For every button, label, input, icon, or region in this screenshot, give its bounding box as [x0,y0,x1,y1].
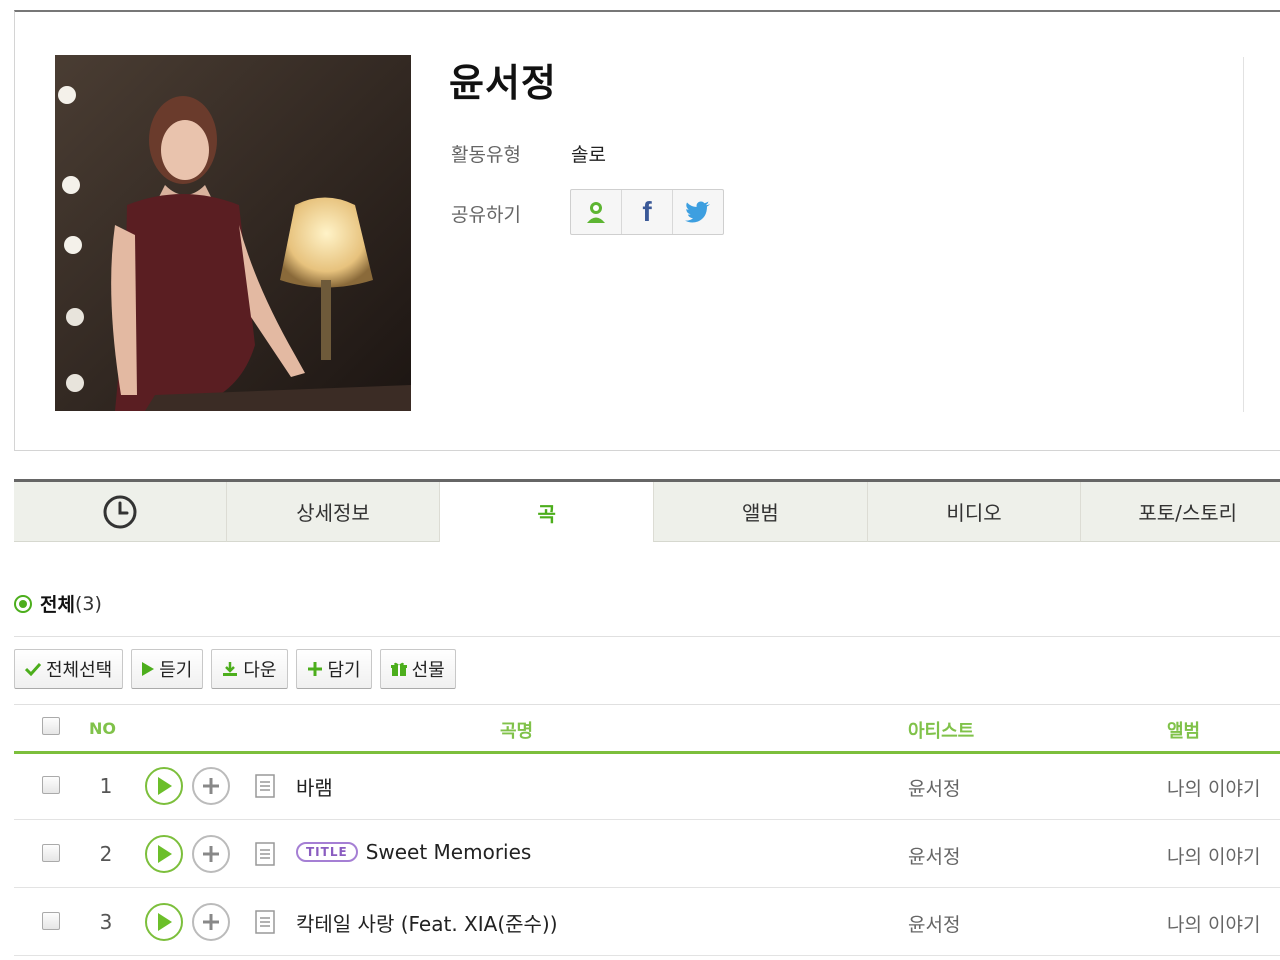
radio-selected-icon [14,594,32,613]
column-no: NO [89,719,116,738]
add-button[interactable] [192,835,230,873]
lyrics-icon[interactable] [255,910,275,934]
divider [14,636,1280,637]
table-row: 2 TITLE Sweet Memories 윤서정 나의 이야기 [14,820,1280,888]
share-melon-friend-button[interactable] [571,190,622,234]
album-link[interactable]: 나의 이야기 [1167,842,1260,869]
album-link[interactable]: 나의 이야기 [1167,910,1260,937]
clock-icon [103,495,137,528]
tab-videos[interactable]: 비디오 [866,482,1081,542]
song-title[interactable]: 칵테일 사랑 (Feat. XIA(준수)) [296,908,558,937]
plus-icon [307,662,322,676]
download-button[interactable]: 다운 [211,649,288,689]
play-icon [142,662,155,676]
filter-all-radio[interactable]: 전체 (3) [14,590,102,617]
row-checkbox[interactable] [42,844,60,862]
tab-detail-info[interactable]: 상세정보 [225,482,440,542]
song-title[interactable]: TITLE Sweet Memories [296,840,531,864]
song-table-header: NO 곡명 아티스트 앨범 [14,704,1280,754]
gift-label: 선물 [411,660,445,681]
twitter-icon [685,201,710,223]
share-buttons: f [570,189,724,235]
activity-type-value: 솔로 [571,144,606,166]
gift-icon [390,662,407,676]
play-button[interactable] [145,835,183,873]
share-label: 공유하기 [451,204,521,226]
artist-link[interactable]: 윤서정 [908,910,960,937]
row-checkbox[interactable] [42,776,60,794]
add-button[interactable] [192,767,230,805]
table-row: 1 바램 윤서정 나의 이야기 [14,752,1280,820]
artist-info-panel: 윤서정 활동유형 솔로 공유하기 f [14,10,1280,451]
filter-count: (3) [74,592,102,615]
play-icon [158,913,172,931]
artist-tab-bar: 상세정보 곡 앨범 비디오 포토/스토리 [14,479,1280,542]
play-button[interactable] [145,767,183,805]
select-all-button[interactable]: 전체선택 [14,649,124,689]
row-checkbox[interactable] [42,912,60,930]
listen-button[interactable]: 듣기 [131,649,204,689]
lyrics-icon[interactable] [255,774,275,798]
column-song: 곡명 [500,721,534,742]
panel-divider [1243,57,1244,412]
row-number: 1 [99,774,113,798]
add-to-playlist-button[interactable]: 담기 [295,649,372,689]
tab-photo-story[interactable]: 포토/스토리 [1080,482,1280,542]
play-icon [158,845,172,863]
select-all-checkbox[interactable] [42,717,60,735]
download-icon [223,662,238,676]
play-icon [158,777,172,795]
play-button[interactable] [145,903,183,941]
artist-photo [55,55,411,411]
melon-friend-icon [587,202,605,223]
song-title-text: 칵테일 사랑 (Feat. XIA(준수)) [296,912,558,936]
column-artist: 아티스트 [908,721,975,742]
row-number: 3 [99,910,113,934]
share-facebook-button[interactable]: f [622,190,673,234]
album-link[interactable]: 나의 이야기 [1167,774,1260,801]
filter-label: 전체 [40,594,75,616]
download-label: 다운 [243,660,277,681]
song-toolbar: 전체선택 듣기 다운 담기 선물 [14,649,456,689]
lyrics-icon[interactable] [255,842,275,866]
song-title[interactable]: 바램 [296,772,333,801]
listen-label: 듣기 [159,660,193,681]
share-twitter-button[interactable] [673,190,723,234]
plus-icon [203,846,219,862]
artist-name: 윤서정 [449,61,557,105]
row-number: 2 [99,842,113,866]
song-title-text: 바램 [296,776,333,800]
tab-songs[interactable]: 곡 [439,482,654,542]
tab-recent[interactable] [14,482,226,542]
plus-icon [203,778,219,794]
activity-type-label: 활동유형 [451,144,521,166]
title-track-badge: TITLE [296,842,358,862]
gift-button[interactable]: 선물 [379,649,456,689]
facebook-icon: f [642,196,652,227]
artist-link[interactable]: 윤서정 [908,842,960,869]
table-row: 3 칵테일 사랑 (Feat. XIA(준수)) 윤서정 나의 이야기 [14,888,1280,956]
song-title-text: Sweet Memories [365,840,532,864]
column-album: 앨범 [1167,721,1201,742]
artist-link[interactable]: 윤서정 [908,774,960,801]
add-label: 담기 [327,660,361,681]
check-icon [25,662,41,676]
select-all-label: 전체선택 [46,660,113,681]
tab-albums[interactable]: 앨범 [653,482,867,542]
add-button[interactable] [192,903,230,941]
plus-icon [203,914,219,930]
